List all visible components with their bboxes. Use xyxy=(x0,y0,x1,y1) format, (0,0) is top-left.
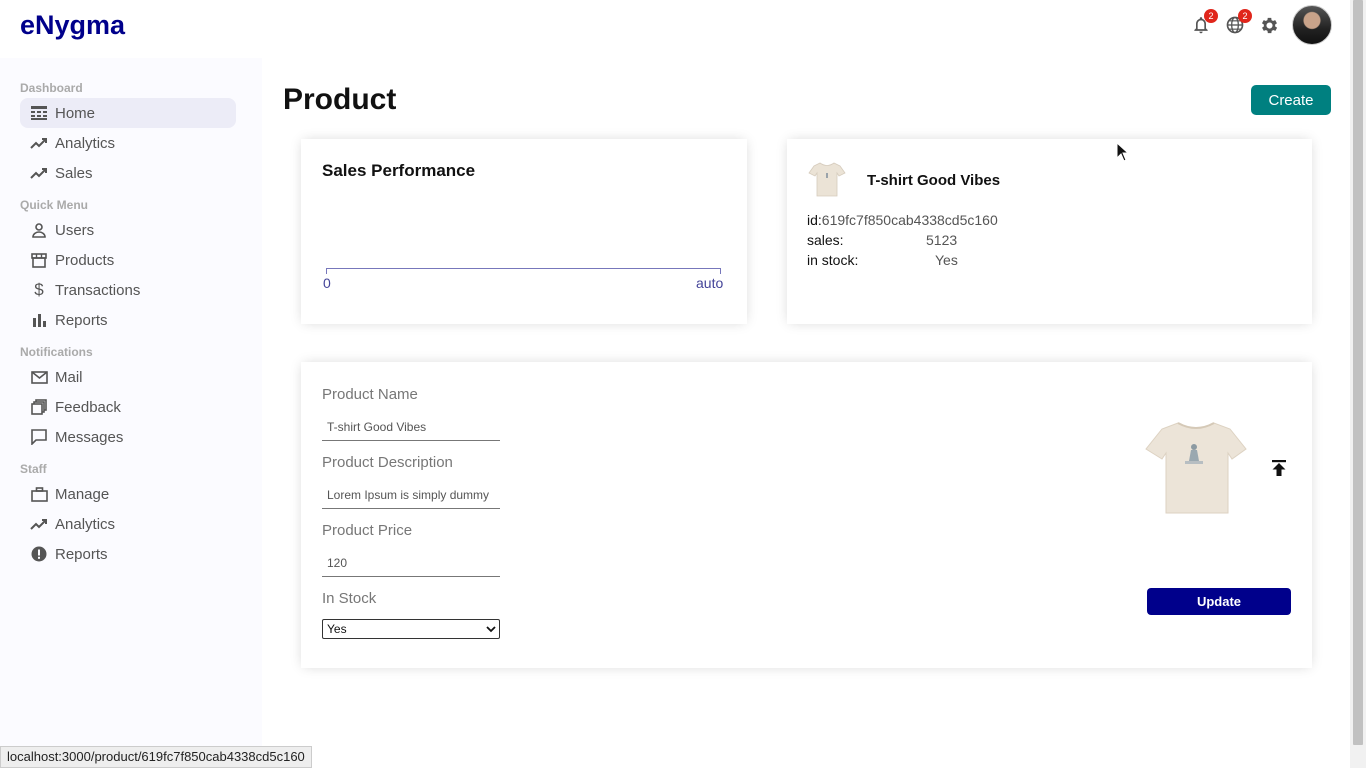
chart-title: Sales Performance xyxy=(322,161,476,180)
sidebar-item-label: Home xyxy=(55,104,96,122)
product-id-value: 619fc7f850cab4338cd5c160 xyxy=(821,212,998,228)
scrollbar[interactable] xyxy=(1350,0,1366,768)
product-name: T-shirt Good Vibes xyxy=(867,172,1001,189)
product-sales-label: sales: xyxy=(807,232,844,248)
sales-performance-card: Sales Performance 0 auto xyxy=(301,139,747,324)
dollar-icon: $ xyxy=(34,280,44,299)
x-axis-tick xyxy=(720,268,721,274)
sidebar-item-label: Sales xyxy=(55,164,93,182)
tshirt-thumbnail xyxy=(808,162,846,197)
page-title: Product xyxy=(283,83,397,116)
notification-badge: 2 xyxy=(1204,9,1218,23)
trending-icon xyxy=(30,164,48,182)
chat-icon xyxy=(30,428,48,446)
product-price-label: Product Price xyxy=(322,522,413,539)
sidebar-item-label: Mail xyxy=(55,368,83,386)
sidebar-item-label: Messages xyxy=(55,428,124,446)
x-axis-max-label: auto xyxy=(696,275,724,291)
sidebar-item-products[interactable]: Products xyxy=(20,245,236,275)
status-bar-url: localhost:3000/product/619fc7f850cab4338… xyxy=(0,746,312,768)
sidebar-item-label: Analytics xyxy=(55,515,116,533)
x-axis xyxy=(326,268,721,269)
briefcase-icon xyxy=(30,485,48,503)
home-icon xyxy=(30,104,48,122)
sidebar-item-sales[interactable]: Sales xyxy=(20,158,236,188)
gear-icon xyxy=(1261,17,1277,33)
sidebar-item-manage[interactable]: Manage xyxy=(20,479,236,509)
upload-icon[interactable] xyxy=(1269,458,1289,478)
in-stock-label: In Stock xyxy=(322,590,377,607)
language-badge: 2 xyxy=(1238,9,1252,23)
sidebar-item-label: Products xyxy=(55,251,115,269)
x-axis-tick xyxy=(326,268,327,274)
mouse-cursor-icon xyxy=(1116,142,1130,162)
sidebar-item-analytics[interactable]: Analytics xyxy=(20,128,236,158)
scrollbar-thumb[interactable] xyxy=(1353,0,1363,745)
product-edit-form: Product Name T-shirt Good Vibes Product … xyxy=(301,362,1312,668)
product-image xyxy=(1145,422,1247,514)
mail-icon xyxy=(30,368,48,386)
settings-button[interactable] xyxy=(1258,14,1280,36)
product-price-input[interactable]: 120 xyxy=(322,549,500,577)
feedback-icon xyxy=(30,398,48,416)
topbar-icons: 2 2 xyxy=(1178,5,1332,45)
sidebar-item-mail[interactable]: Mail xyxy=(20,362,236,392)
sidebar-item-messages[interactable]: Messages xyxy=(20,422,236,452)
product-sales-value: 5123 xyxy=(926,232,958,248)
language-button[interactable]: 2 xyxy=(1224,9,1252,36)
sidebar-item-label: Reports xyxy=(55,545,108,563)
product-stock-value: Yes xyxy=(935,252,958,268)
sidebar-item-label: Transactions xyxy=(55,281,141,299)
avatar[interactable] xyxy=(1292,5,1332,45)
logo[interactable]: eNygma xyxy=(20,10,125,41)
trending-icon xyxy=(30,134,48,152)
product-id-row: id:619fc7f850cab4338cd5c160 xyxy=(807,212,998,228)
product-id-label: id: xyxy=(807,212,822,228)
sidebar-section-title: Dashboard xyxy=(20,81,83,95)
sidebar-section-title: Staff xyxy=(20,462,47,476)
update-button[interactable]: Update xyxy=(1147,588,1291,615)
sidebar-item-label: Users xyxy=(55,221,95,239)
sidebar-section-dashboard: Dashboard Home Analytics Sales xyxy=(0,78,262,188)
sidebar-item-home[interactable]: Home xyxy=(20,98,236,128)
trending-icon xyxy=(30,515,48,533)
notifications-button[interactable]: 2 xyxy=(1190,9,1218,36)
in-stock-selected-value: Yes xyxy=(327,622,347,636)
sidebar-item-staff-analytics[interactable]: Analytics xyxy=(20,509,236,539)
sidebar-item-feedback[interactable]: Feedback xyxy=(20,392,236,422)
sidebar-section-staff: Staff Manage Analytics Reports xyxy=(0,459,262,569)
sidebar-section-notifications: Notifications Mail Feedback Messages xyxy=(0,342,262,452)
sidebar-item-staff-reports[interactable]: Reports xyxy=(20,539,236,569)
product-stock-label: in stock: xyxy=(807,252,859,268)
report-icon xyxy=(30,545,48,563)
create-button[interactable]: Create xyxy=(1251,85,1331,115)
sidebar-section-title: Notifications xyxy=(20,345,93,359)
chevron-down-icon xyxy=(486,626,496,633)
topbar: eNygma 2 2 xyxy=(0,0,1350,50)
bar-chart-icon xyxy=(30,311,48,329)
sidebar-item-label: Analytics xyxy=(55,134,116,152)
product-name-input[interactable]: T-shirt Good Vibes xyxy=(322,413,500,441)
sidebar-item-reports[interactable]: Reports xyxy=(20,305,236,335)
sidebar-section-quick-menu: Quick Menu Users Products $ Transactions… xyxy=(0,195,262,335)
sidebar-item-users[interactable]: Users xyxy=(20,215,236,245)
sidebar-item-label: Reports xyxy=(55,311,108,329)
user-icon xyxy=(30,221,48,239)
store-icon xyxy=(30,251,48,269)
sidebar: Dashboard Home Analytics Sales Quick Men… xyxy=(0,58,262,768)
sidebar-item-label: Manage xyxy=(55,485,110,503)
product-description-input[interactable]: Lorem Ipsum is simply dummy xyxy=(322,481,500,509)
x-axis-min-label: 0 xyxy=(323,275,331,291)
sidebar-section-title: Quick Menu xyxy=(20,198,89,212)
in-stock-select[interactable]: Yes xyxy=(322,619,500,639)
sidebar-item-transactions[interactable]: $ Transactions xyxy=(20,275,236,305)
product-info-card: T-shirt Good Vibes id:619fc7f850cab4338c… xyxy=(787,139,1312,324)
product-description-label: Product Description xyxy=(322,454,453,471)
product-name-label: Product Name xyxy=(322,386,418,403)
sidebar-item-label: Feedback xyxy=(55,398,121,416)
